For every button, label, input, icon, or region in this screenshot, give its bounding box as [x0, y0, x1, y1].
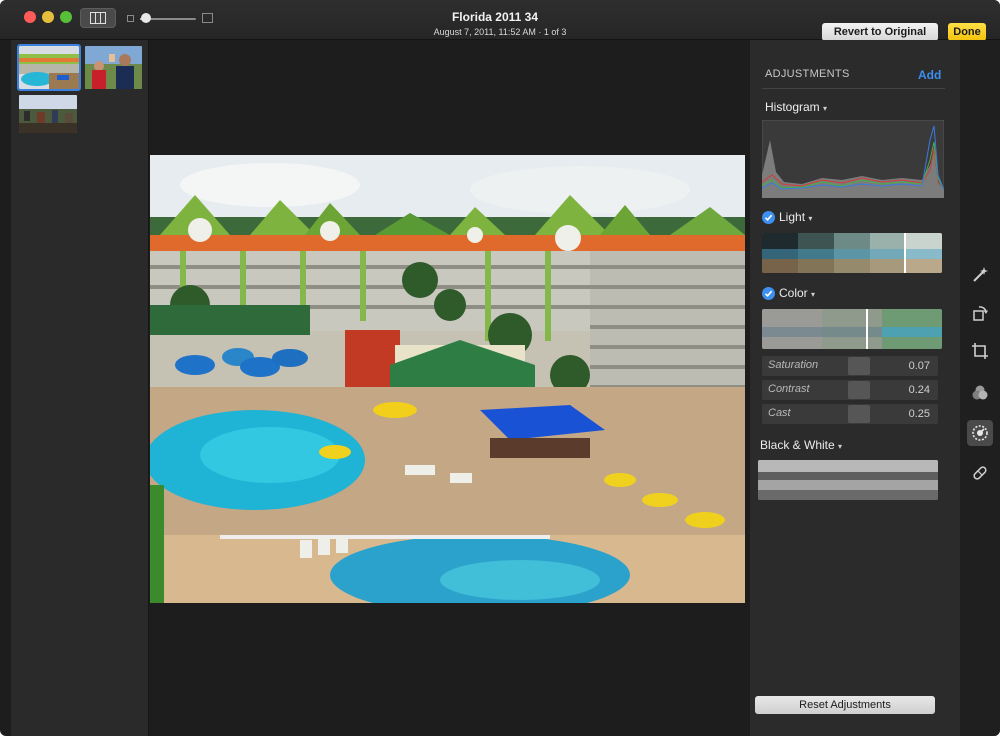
filters-icon[interactable] [967, 380, 993, 406]
zoom-out-icon[interactable] [127, 15, 134, 22]
color-enabled-checkbox[interactable] [762, 287, 775, 300]
chevron-down-icon: ▾ [823, 104, 828, 113]
title-bar: Florida 2011 34 August 7, 2011, 11:52 AM… [0, 0, 1000, 41]
chevron-down-icon: ▾ [808, 214, 813, 223]
color-section-toggle[interactable]: Color ▾ [779, 286, 815, 300]
crop-icon[interactable] [967, 338, 993, 364]
adjustments-panel: ADJUSTMENTS Add Histogram ▾ Light ▾ Colo… [750, 40, 960, 736]
color-filmstrip-image [762, 309, 942, 349]
magic-wand-icon[interactable] [967, 262, 993, 288]
color-filmstrip-slider[interactable] [762, 309, 942, 349]
black-white-section-toggle[interactable]: Black & White ▾ [760, 438, 842, 452]
color-label: Color [779, 286, 808, 300]
histogram-dropdown[interactable]: Histogram ▾ [765, 100, 827, 114]
divider [762, 88, 945, 89]
adjustments-title: ADJUSTMENTS [765, 68, 850, 80]
contrast-slider[interactable]: Contrast 0.24 [762, 380, 938, 400]
light-label: Light [779, 210, 806, 224]
thumbnail-crowd[interactable] [19, 95, 77, 133]
photo-canvas [150, 40, 750, 736]
chevron-down-icon: ▾ [811, 290, 816, 299]
revert-to-original-button[interactable]: Revert to Original [822, 23, 938, 41]
minimize-window-button[interactable] [42, 11, 54, 23]
close-window-button[interactable] [24, 11, 36, 23]
thumbnail-crowd-image [19, 95, 77, 133]
black-white-filmstrip-slider[interactable] [758, 460, 938, 500]
photos-edit-window: Florida 2011 34 August 7, 2011, 11:52 AM… [0, 0, 1000, 736]
light-enabled-checkbox[interactable] [762, 211, 775, 224]
edit-tools-column [960, 40, 1000, 736]
thumbnail-people-park[interactable] [85, 46, 142, 89]
retouch-icon[interactable] [967, 460, 993, 486]
hotel-pool-photo [150, 155, 745, 603]
photo-title: Florida 2011 34 [451, 10, 539, 24]
cast-slider-thumb[interactable] [848, 405, 870, 423]
cast-label: Cast [768, 407, 791, 419]
light-filmstrip-slider[interactable] [762, 233, 942, 273]
contrast-slider-thumb[interactable] [848, 381, 870, 399]
rotate-icon[interactable] [967, 300, 993, 326]
saturation-slider-thumb[interactable] [848, 357, 870, 375]
fullscreen-window-button[interactable] [60, 11, 72, 23]
thumbnail-people-park-image [85, 46, 142, 89]
black-white-filmstrip-image [758, 460, 938, 500]
cast-slider[interactable]: Cast 0.25 [762, 404, 938, 424]
zoom-slider-knob[interactable] [140, 13, 151, 23]
sidebar-icon [90, 12, 106, 24]
zoom-in-icon[interactable] [202, 13, 213, 23]
thumbnail-hotel-pool-image [19, 46, 79, 89]
light-filmstrip-image [762, 233, 942, 273]
photo-date-and-position: August 7, 2011, 11:52 AM · 1 of 3 [433, 27, 567, 37]
chevron-down-icon: ▾ [838, 442, 843, 451]
reset-adjustments-button[interactable]: Reset Adjustments [755, 696, 935, 714]
cast-value: 0.25 [908, 408, 930, 420]
thumbnail-sidebar [11, 40, 149, 736]
saturation-value: 0.07 [908, 360, 930, 372]
checkmark-icon [764, 290, 773, 297]
saturation-label: Saturation [768, 359, 819, 371]
done-button[interactable]: Done [948, 23, 986, 41]
saturation-slider[interactable]: Saturation 0.07 [762, 356, 938, 376]
light-section-toggle[interactable]: Light ▾ [779, 210, 812, 224]
black-white-label: Black & White [760, 438, 835, 452]
histogram-graph [762, 120, 944, 198]
sidebar-toggle-button[interactable] [80, 8, 116, 28]
histogram-label: Histogram [765, 100, 820, 114]
adjust-icon[interactable] [967, 420, 993, 446]
contrast-value: 0.24 [908, 384, 930, 396]
checkmark-icon [764, 214, 773, 221]
add-adjustment-button[interactable]: Add [918, 68, 941, 82]
thumbnail-hotel-pool[interactable] [17, 44, 81, 91]
contrast-label: Contrast [768, 383, 810, 395]
